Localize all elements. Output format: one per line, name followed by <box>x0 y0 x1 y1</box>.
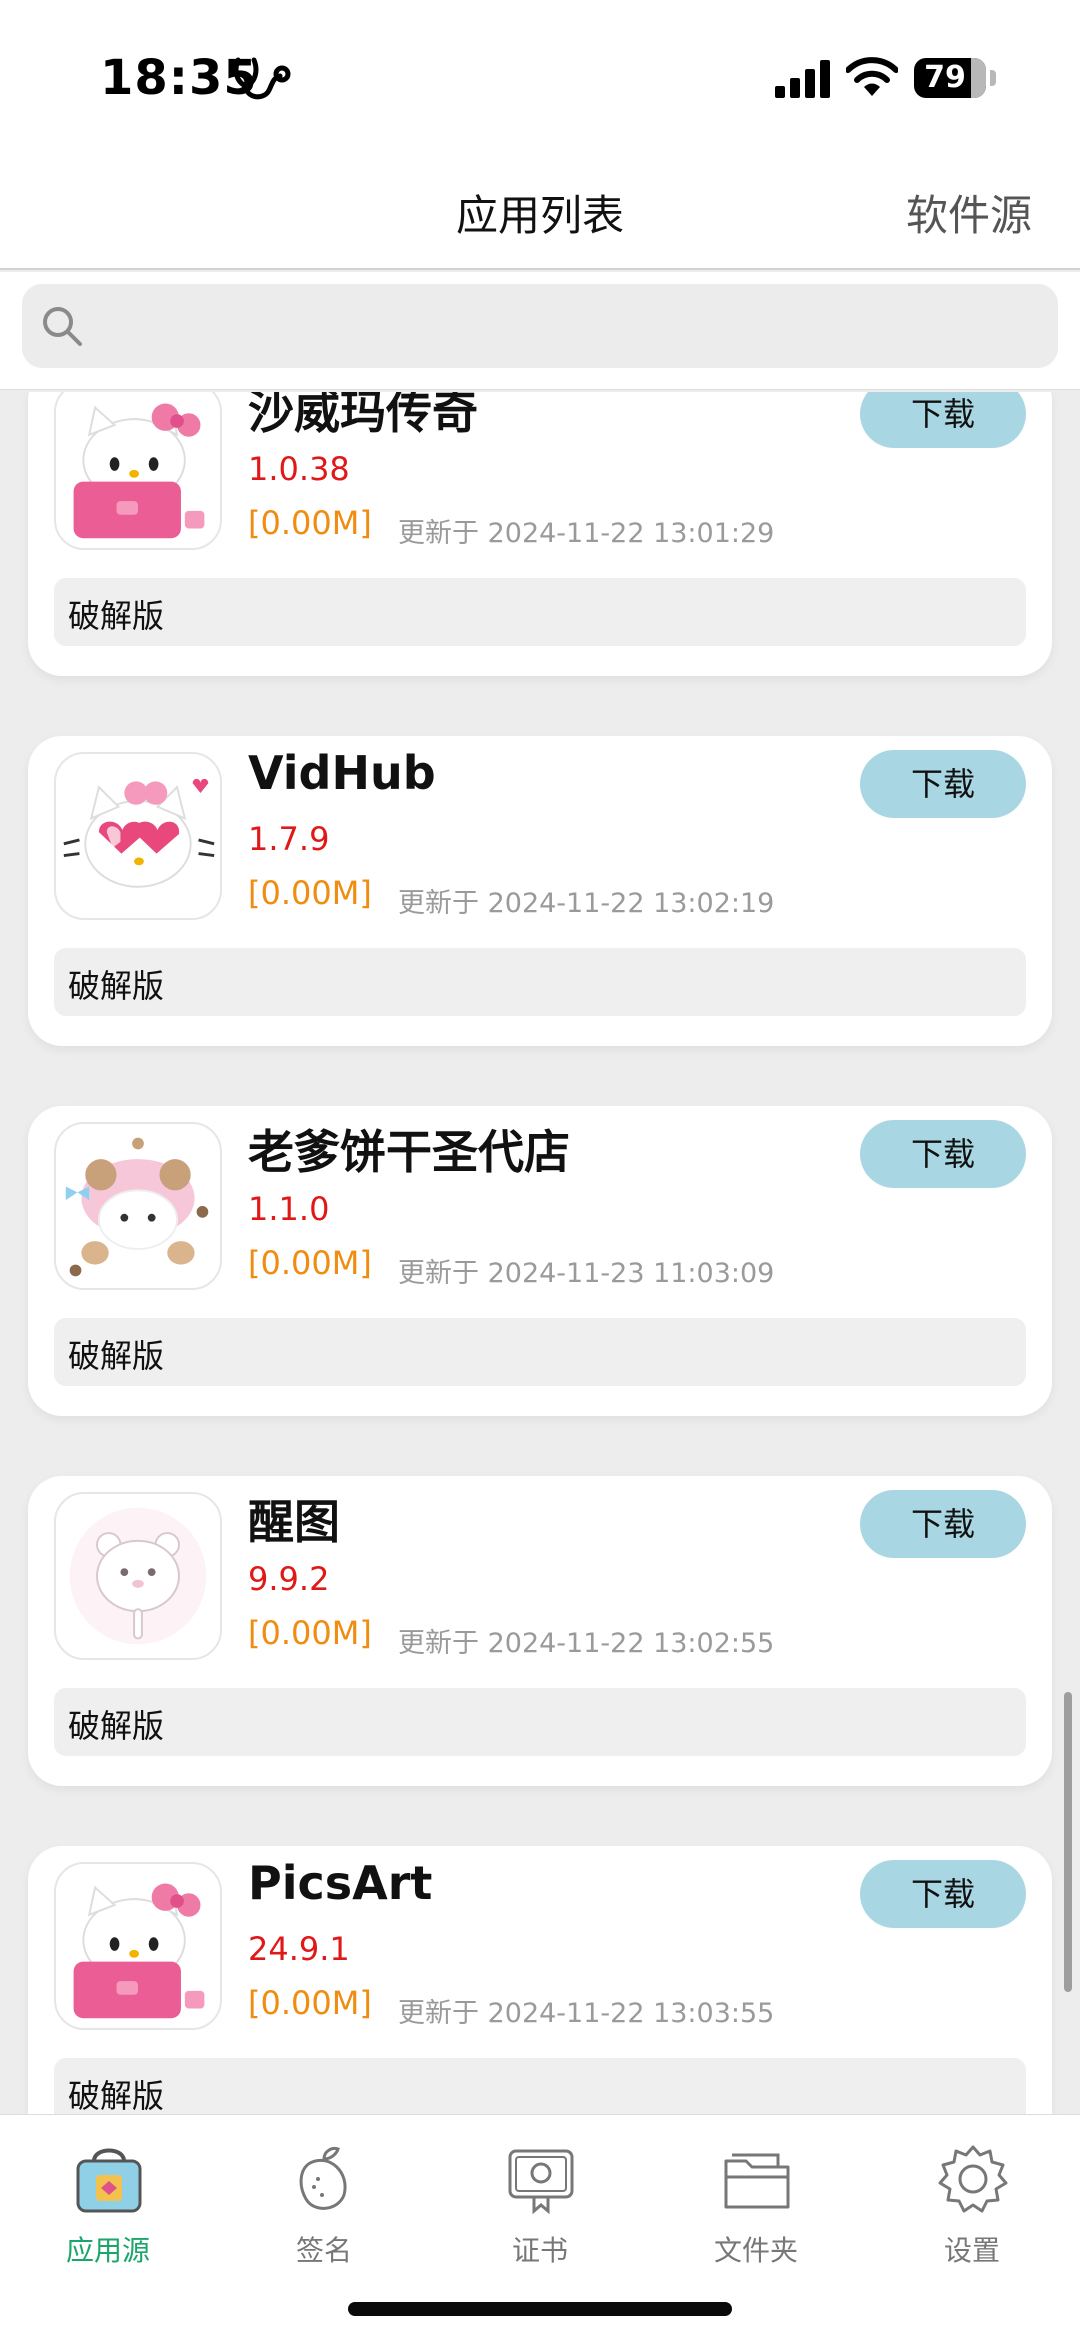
app-version: 1.1.0 <box>248 1190 330 1228</box>
stethoscope-icon <box>233 57 291 100</box>
app-tag: 破解版 <box>68 1707 165 1745</box>
app-tag-bar: 破解版 <box>54 1318 1026 1386</box>
app-name: 沙威玛传奇 <box>248 392 478 439</box>
tab-app-source[interactable]: 应用源 <box>0 2129 216 2279</box>
app-tag: 破解版 <box>68 597 165 635</box>
app-name: 老爹饼干圣代店 <box>248 1125 570 1179</box>
app-card[interactable]: 沙威玛传奇 1.0.38 [0.00M] 更新于 2024-11-22 13:0… <box>28 392 1052 676</box>
tab-sign[interactable]: 签名 <box>216 2129 432 2279</box>
search-box[interactable] <box>22 284 1058 368</box>
battery-percent: 79 <box>924 60 966 95</box>
app-screen: 18:35 79 应用列表 软件源 沙威玛传奇 1.0.38 [0.00M] 更… <box>0 0 1080 2341</box>
hello-kitty-laptop-icon <box>54 392 222 550</box>
app-tag: 破解版 <box>68 2077 165 2114</box>
navigation-bar: 应用列表 软件源 <box>0 160 1080 270</box>
app-updated-time: 更新于 2024-11-22 13:01:29 <box>398 518 775 549</box>
app-updated-time: 更新于 2024-11-22 13:02:19 <box>398 888 775 919</box>
app-name: VidHub <box>248 746 436 800</box>
app-tag: 破解版 <box>68 967 165 1005</box>
download-button[interactable]: 下载 <box>860 1120 1026 1188</box>
status-bar: 18:35 79 <box>0 0 1080 160</box>
app-updated-time: 更新于 2024-11-22 13:02:55 <box>398 1628 775 1659</box>
scrollbar[interactable] <box>1064 1692 1072 1992</box>
app-list: 沙威玛传奇 1.0.38 [0.00M] 更新于 2024-11-22 13:0… <box>0 392 1080 2114</box>
download-button[interactable]: 下载 <box>860 750 1026 818</box>
tab-certificate[interactable]: 证书 <box>432 2129 648 2279</box>
battery-indicator: 79 <box>914 58 986 98</box>
app-version: 1.7.9 <box>248 820 330 858</box>
app-card[interactable]: PicsArt 24.9.1 [0.00M] 更新于 2024-11-22 13… <box>28 1846 1052 2114</box>
app-size: [0.00M] <box>248 1614 372 1652</box>
app-card[interactable]: 老爹饼干圣代店 1.1.0 [0.00M] 更新于 2024-11-23 11:… <box>28 1106 1052 1416</box>
app-name: 醒图 <box>248 1495 340 1549</box>
pink-sheep-icon <box>54 1122 222 1290</box>
app-tag-bar: 破解版 <box>54 1688 1026 1756</box>
folder-icon <box>724 2153 790 2209</box>
app-tag-bar: 破解版 <box>54 578 1026 646</box>
battery-tip <box>990 70 996 86</box>
search-bar <box>0 272 1080 390</box>
app-version: 9.9.2 <box>248 1560 330 1598</box>
mango-icon <box>299 2147 347 2210</box>
tab-label: 应用源 <box>65 2234 150 2267</box>
home-indicator <box>348 2302 732 2316</box>
app-name: PicsArt <box>248 1856 433 1910</box>
tab-label: 签名 <box>295 2234 352 2267</box>
tab-label: 文件夹 <box>713 2234 798 2267</box>
download-button[interactable]: 下载 <box>860 1860 1026 1928</box>
certificate-icon <box>508 2149 574 2215</box>
tab-settings[interactable]: 设置 <box>864 2129 1080 2279</box>
app-tag: 破解版 <box>68 1337 165 1375</box>
app-size: [0.00M] <box>248 1984 372 2022</box>
download-button[interactable]: 下载 <box>860 392 1026 448</box>
app-tag-bar: 破解版 <box>54 2058 1026 2114</box>
app-updated-time: 更新于 2024-11-22 13:03:55 <box>398 1998 775 2029</box>
tab-label: 证书 <box>511 2234 568 2267</box>
tab-label: 设置 <box>943 2234 1000 2267</box>
app-size: [0.00M] <box>248 874 372 912</box>
search-input[interactable] <box>102 284 1032 368</box>
download-button[interactable]: 下载 <box>860 1490 1026 1558</box>
software-source-button[interactable]: 软件源 <box>906 182 1032 243</box>
gear-icon <box>938 2145 1008 2213</box>
app-card[interactable]: 醒图 9.9.2 [0.00M] 更新于 2024-11-22 13:02:55… <box>28 1476 1052 1786</box>
shopping-bag-icon <box>76 2148 142 2213</box>
wifi-icon <box>846 57 898 96</box>
hello-kitty-laptop-icon <box>54 1862 222 2030</box>
cellular-signal-icon <box>775 60 830 98</box>
app-updated-time: 更新于 2024-11-23 11:03:09 <box>398 1258 775 1289</box>
app-version: 1.0.38 <box>248 450 350 488</box>
white-bear-icon <box>54 1492 222 1660</box>
app-tag-bar: 破解版 <box>54 948 1026 1016</box>
tab-folder[interactable]: 文件夹 <box>648 2129 864 2279</box>
app-card[interactable]: VidHub 1.7.9 [0.00M] 更新于 2024-11-22 13:0… <box>28 736 1052 1046</box>
app-version: 24.9.1 <box>248 1930 350 1968</box>
search-icon <box>43 307 82 346</box>
app-size: [0.00M] <box>248 504 372 542</box>
hello-kitty-heart-glasses-icon <box>54 752 222 920</box>
app-size: [0.00M] <box>248 1244 372 1282</box>
